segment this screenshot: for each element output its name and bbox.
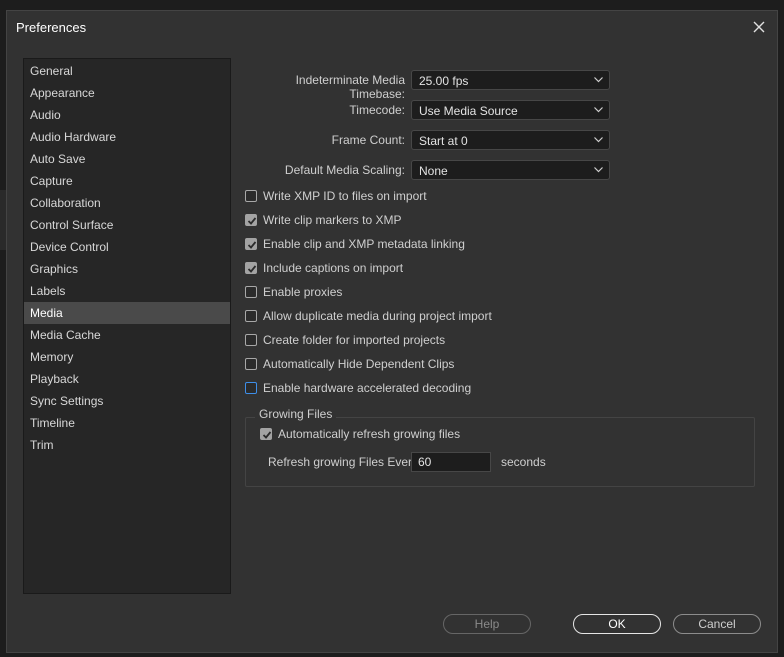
checkbox[interactable] bbox=[245, 310, 257, 322]
chevron-down-icon bbox=[594, 77, 603, 83]
auto-refresh-checkbox[interactable] bbox=[260, 428, 272, 440]
checkbox-label: Write XMP ID to files on import bbox=[263, 189, 427, 203]
refresh-interval-input[interactable] bbox=[411, 452, 491, 472]
sidebar-item-audio-hardware[interactable]: Audio Hardware bbox=[24, 126, 230, 148]
checkbox-label: Allow duplicate media during project imp… bbox=[263, 309, 492, 323]
checkbox[interactable] bbox=[245, 358, 257, 370]
sidebar-item-graphics[interactable]: Graphics bbox=[24, 258, 230, 280]
sidebar-item-audio[interactable]: Audio bbox=[24, 104, 230, 126]
checkbox-label: Include captions on import bbox=[263, 261, 404, 275]
checkbox[interactable] bbox=[245, 382, 257, 394]
ok-button[interactable]: OK bbox=[573, 614, 661, 634]
sidebar-item-device-control[interactable]: Device Control bbox=[24, 236, 230, 258]
sidebar-item-auto-save[interactable]: Auto Save bbox=[24, 148, 230, 170]
dialog-title: Preferences bbox=[16, 20, 87, 35]
timecode-label: Timecode: bbox=[349, 103, 405, 117]
auto-refresh-label: Automatically refresh growing files bbox=[278, 427, 461, 441]
frame-count-label: Frame Count: bbox=[331, 133, 405, 147]
checkbox[interactable] bbox=[245, 262, 257, 274]
sidebar-item-labels[interactable]: Labels bbox=[24, 280, 230, 302]
timecode-value: Use Media Source bbox=[419, 104, 518, 118]
checkbox-label: Write clip markers to XMP bbox=[263, 213, 402, 227]
checkbox-label: Enable hardware accelerated decoding bbox=[263, 381, 472, 395]
timebase-select[interactable]: 25.00 fps bbox=[411, 70, 610, 90]
sidebar-item-general[interactable]: General bbox=[24, 60, 230, 82]
checkbox[interactable] bbox=[245, 214, 257, 226]
timebase-value: 25.00 fps bbox=[419, 74, 469, 88]
timebase-label: Indeterminate Media Timebase: bbox=[295, 73, 405, 101]
sidebar-item-timeline[interactable]: Timeline bbox=[24, 412, 230, 434]
checkbox-label: Enable proxies bbox=[263, 285, 343, 299]
checkbox-label: Enable clip and XMP metadata linking bbox=[263, 237, 465, 251]
sidebar-item-memory[interactable]: Memory bbox=[24, 346, 230, 368]
scaling-value: None bbox=[419, 164, 448, 178]
sidebar-item-capture[interactable]: Capture bbox=[24, 170, 230, 192]
sidebar-item-media[interactable]: Media bbox=[24, 302, 230, 324]
help-button[interactable]: Help bbox=[443, 614, 531, 634]
chevron-down-icon bbox=[594, 137, 603, 143]
sidebar-item-sync-settings[interactable]: Sync Settings bbox=[24, 390, 230, 412]
frame-count-select[interactable]: Start at 0 bbox=[411, 130, 610, 150]
chevron-down-icon bbox=[594, 107, 603, 113]
close-icon[interactable] bbox=[749, 17, 769, 37]
preferences-category-list: General Appearance Audio Audio Hardware Auto… bbox=[23, 58, 231, 594]
checkbox[interactable] bbox=[245, 286, 257, 298]
scaling-label: Default Media Scaling: bbox=[284, 163, 405, 177]
sidebar-item-media-cache[interactable]: Media Cache bbox=[24, 324, 230, 346]
sidebar-item-trim[interactable]: Trim bbox=[24, 434, 230, 456]
chevron-down-icon bbox=[594, 167, 603, 173]
refresh-interval-label: Refresh growing Files Every bbox=[268, 455, 419, 469]
checkbox[interactable] bbox=[245, 238, 257, 250]
checkbox-label: Automatically Hide Dependent Clips bbox=[263, 357, 455, 371]
checkbox[interactable] bbox=[245, 190, 257, 202]
sidebar-item-control-surface[interactable]: Control Surface bbox=[24, 214, 230, 236]
refresh-unit-label: seconds bbox=[501, 455, 546, 469]
title-bar: Preferences bbox=[7, 11, 777, 43]
growing-files-title: Growing Files bbox=[255, 407, 337, 421]
checkbox[interactable] bbox=[245, 334, 257, 346]
sidebar-item-playback[interactable]: Playback bbox=[24, 368, 230, 390]
checkbox-label: Create folder for imported projects bbox=[263, 333, 446, 347]
frame-count-value: Start at 0 bbox=[419, 134, 468, 148]
sidebar-item-appearance[interactable]: Appearance bbox=[24, 82, 230, 104]
preferences-dialog: Preferences General Appearance Audio Audio … bbox=[6, 10, 778, 653]
cancel-button[interactable]: Cancel bbox=[673, 614, 761, 634]
sidebar-item-collaboration[interactable]: Collaboration bbox=[24, 192, 230, 214]
timecode-select[interactable]: Use Media Source bbox=[411, 100, 610, 120]
scaling-select[interactable]: None bbox=[411, 160, 610, 180]
